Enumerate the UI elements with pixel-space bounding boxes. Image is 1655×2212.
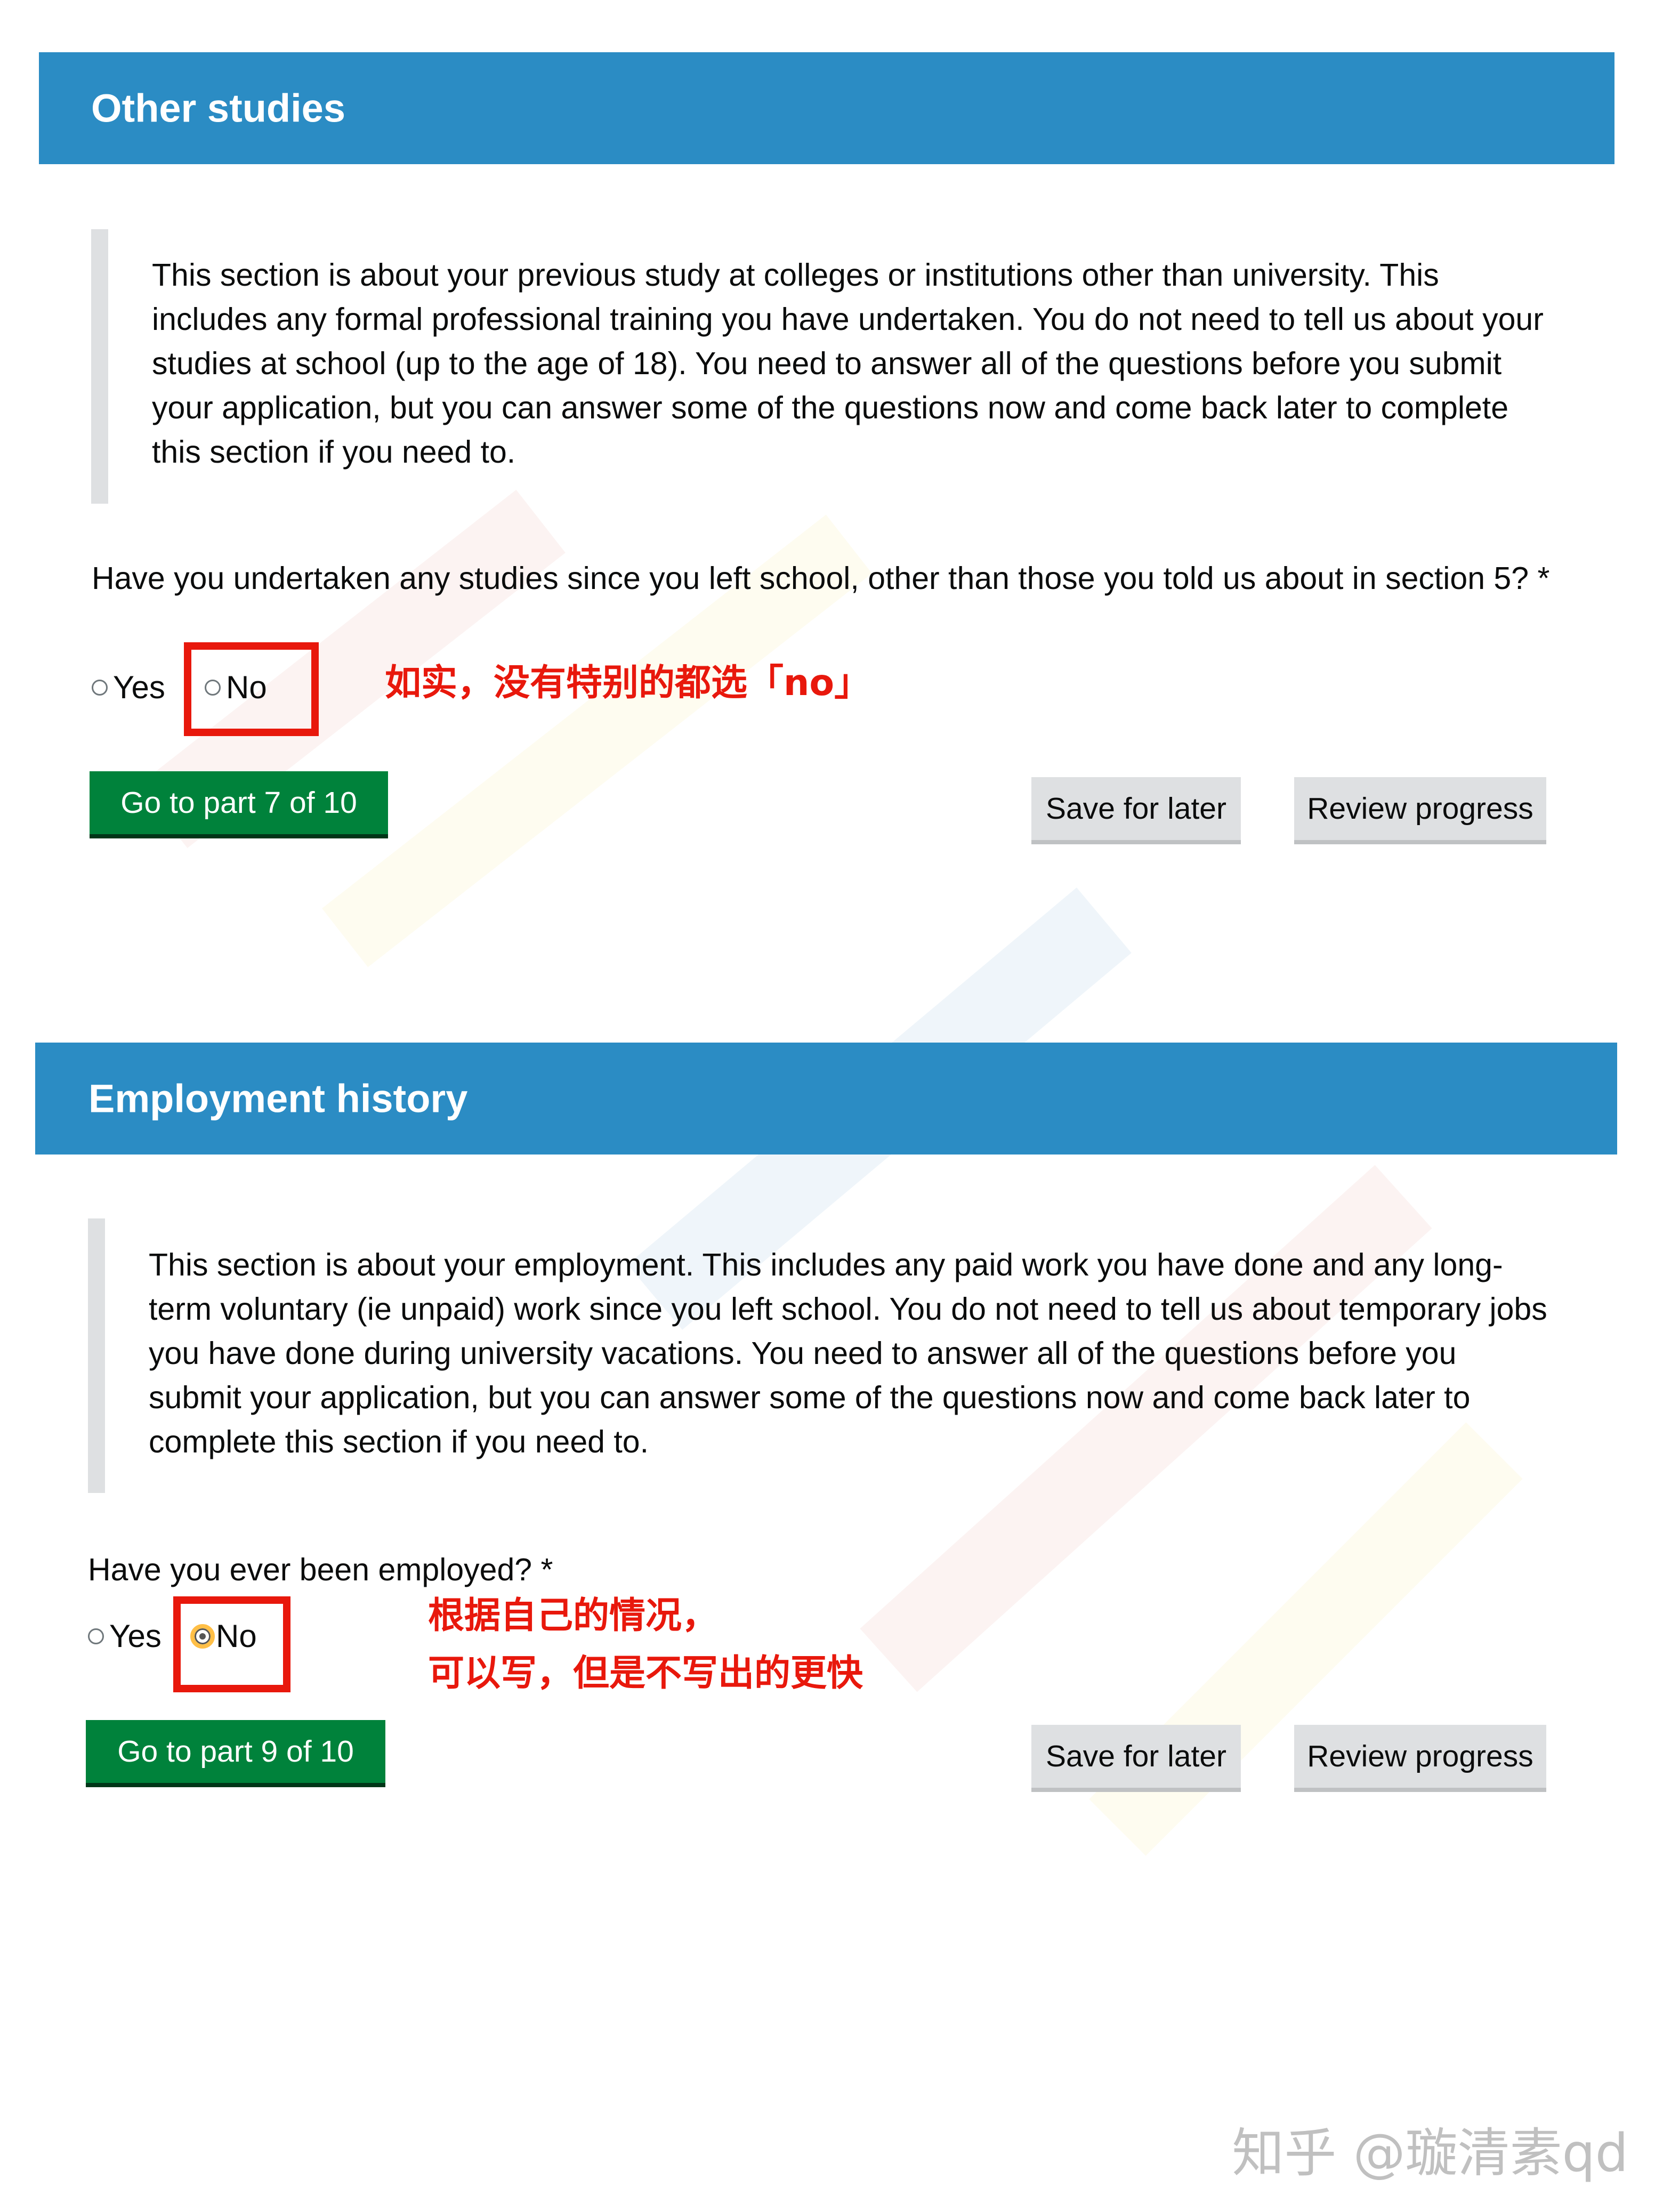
save-for-later-button[interactable]: Save for later	[1031, 1725, 1241, 1788]
radio-option-yes[interactable]: Yes	[88, 1618, 162, 1654]
source-watermark: 知乎 @璇清素qd	[1232, 2123, 1628, 2184]
question-label: Have you undertaken any studies since yo…	[92, 561, 1550, 596]
annotation-line: 根据自己的情况，	[428, 1595, 718, 1637]
section-intro-text: This section is about your employment. T…	[149, 1247, 1547, 1459]
section-banner-employment-history: Employment history	[35, 1043, 1617, 1155]
radio-option-yes[interactable]: Yes	[92, 669, 165, 706]
annotation-note: 如实，没有特别的都选「no」	[385, 655, 870, 712]
annotation-highlight-box	[184, 642, 319, 736]
annotation-note: 根据自己的情况， 可以写，但是不写出的更快	[428, 1587, 863, 1702]
section-banner-other-studies: Other studies	[39, 52, 1614, 164]
radio-option-label: Yes	[113, 669, 165, 705]
section-intro-inset: This section is about your employment. T…	[88, 1218, 1555, 1493]
question-label: Have you ever been employed? *	[88, 1552, 553, 1587]
review-progress-button[interactable]: Review progress	[1294, 1725, 1546, 1788]
annotation-line: 如实，没有特别的都选「no」	[385, 662, 871, 704]
review-progress-button[interactable]: Review progress	[1294, 777, 1546, 840]
section-title: Employment history	[88, 1076, 468, 1121]
radio-option-label: Yes	[109, 1618, 162, 1654]
radio-circle-icon[interactable]	[92, 680, 108, 696]
section-intro-inset: This section is about your previous stud…	[91, 229, 1547, 504]
section-title: Other studies	[91, 86, 345, 131]
annotation-line: 可以写，但是不写出的更快	[428, 1652, 863, 1694]
save-for-later-button[interactable]: Save for later	[1031, 777, 1241, 840]
section-intro-text: This section is about your previous stud…	[152, 257, 1544, 470]
annotation-highlight-box	[173, 1596, 290, 1692]
radio-circle-icon[interactable]	[88, 1628, 104, 1645]
go-to-part-button[interactable]: Go to part 9 of 10	[86, 1720, 385, 1783]
go-to-part-button[interactable]: Go to part 7 of 10	[90, 771, 388, 834]
